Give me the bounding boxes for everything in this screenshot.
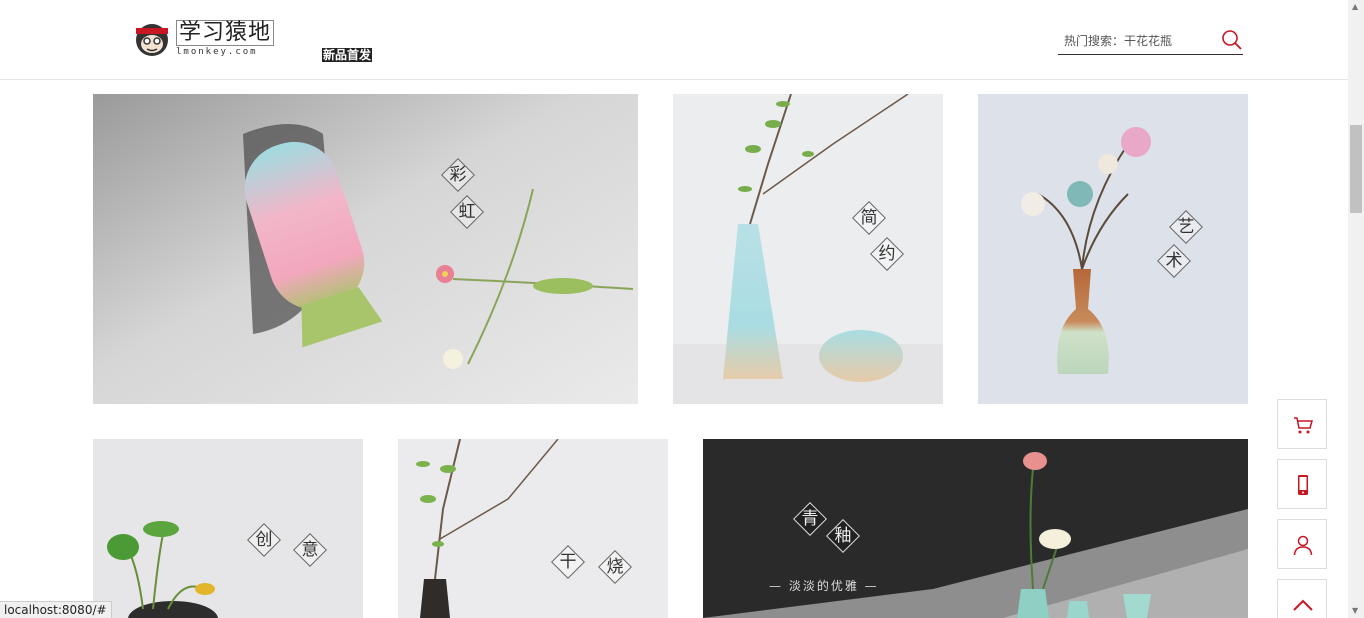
tile-badge-char: 简 bbox=[860, 208, 878, 228]
tile-badge-char: 约 bbox=[878, 244, 896, 264]
cart-button[interactable] bbox=[1277, 399, 1327, 449]
tile-tagline: — 淡淡的优雅 — bbox=[769, 579, 879, 593]
monkey-logo-icon bbox=[136, 24, 168, 56]
creative-vase-image bbox=[93, 439, 363, 618]
chevron-up-icon bbox=[1293, 599, 1313, 611]
search-box bbox=[1058, 28, 1243, 55]
tile-badge-char: 彩 bbox=[449, 165, 467, 185]
rainbow-vase-image bbox=[93, 94, 638, 404]
logo-text-en: lmonkey.com bbox=[176, 47, 258, 57]
tile-badge: 青 bbox=[792, 501, 828, 537]
tile-badge: 约 bbox=[869, 236, 905, 272]
tile-badge-char: 干 bbox=[559, 552, 577, 572]
tile-badge: 术 bbox=[1156, 243, 1192, 279]
search-icon[interactable] bbox=[1220, 28, 1244, 52]
tile-badge-char: 烧 bbox=[606, 557, 624, 577]
tile-badge-char: 青 bbox=[801, 509, 819, 529]
logo[interactable]: 学习猿地 lmonkey.com bbox=[132, 16, 277, 62]
cart-icon bbox=[1294, 417, 1313, 434]
tile-badge-char: 艺 bbox=[1177, 217, 1195, 237]
dry-fire-vase-image bbox=[398, 439, 668, 618]
product-tile-dry-fire[interactable]: 干 烧 bbox=[398, 439, 668, 618]
logo-text-cn: 学习猿地 bbox=[176, 20, 275, 46]
tile-badge: 彩 bbox=[440, 157, 476, 193]
nav-new-arrivals[interactable]: 新品首发 bbox=[322, 48, 373, 62]
mobile-icon bbox=[1298, 475, 1308, 495]
tile-badge-char: 虹 bbox=[458, 202, 476, 222]
product-tile-rainbow[interactable]: 彩 虹 bbox=[93, 94, 638, 404]
user-button[interactable] bbox=[1277, 519, 1327, 569]
tile-badge-char: 意 bbox=[301, 540, 319, 560]
tile-badge: 意 bbox=[292, 532, 328, 568]
tile-badge: 干 bbox=[550, 544, 586, 580]
scrollbar-thumb[interactable] bbox=[1350, 125, 1362, 213]
tile-badge: 创 bbox=[246, 522, 282, 558]
tile-badge-char: 创 bbox=[255, 530, 273, 550]
browser-status-bar: localhost:8080/# bbox=[0, 601, 112, 618]
tile-badge: 烧 bbox=[597, 549, 633, 585]
tile-badge: 艺 bbox=[1168, 209, 1204, 245]
page-scrollbar[interactable]: ▲ ▼ bbox=[1348, 0, 1364, 618]
tile-badge-char: 釉 bbox=[834, 526, 852, 546]
scroll-down-arrow-icon[interactable]: ▼ bbox=[1352, 606, 1358, 615]
tile-badge: 简 bbox=[851, 200, 887, 236]
header: 学习猿地 lmonkey.com 新品首发 bbox=[0, 0, 1348, 80]
product-tile-celadon[interactable]: 青 釉 — 淡淡的优雅 — bbox=[703, 439, 1248, 618]
back-to-top-button[interactable] bbox=[1277, 579, 1327, 618]
tile-badge-char: 术 bbox=[1165, 251, 1183, 271]
page: 学习猿地 lmonkey.com 新品首发 热门搜索：干花花瓶 彩 虹 简 约 … bbox=[0, 0, 1364, 618]
mobile-button[interactable] bbox=[1277, 459, 1327, 509]
scroll-up-arrow-icon[interactable]: ▲ bbox=[1352, 2, 1358, 11]
search-input[interactable] bbox=[1064, 30, 1214, 52]
product-tile-creative[interactable]: 创 意 bbox=[93, 439, 363, 618]
product-tile-art[interactable]: 艺 术 bbox=[978, 94, 1248, 404]
art-vase-image bbox=[978, 94, 1248, 404]
tile-badge: 釉 bbox=[825, 518, 861, 554]
user-icon bbox=[1293, 535, 1313, 556]
product-tile-simple[interactable]: 简 约 bbox=[673, 94, 943, 404]
tile-badge: 虹 bbox=[449, 194, 485, 230]
